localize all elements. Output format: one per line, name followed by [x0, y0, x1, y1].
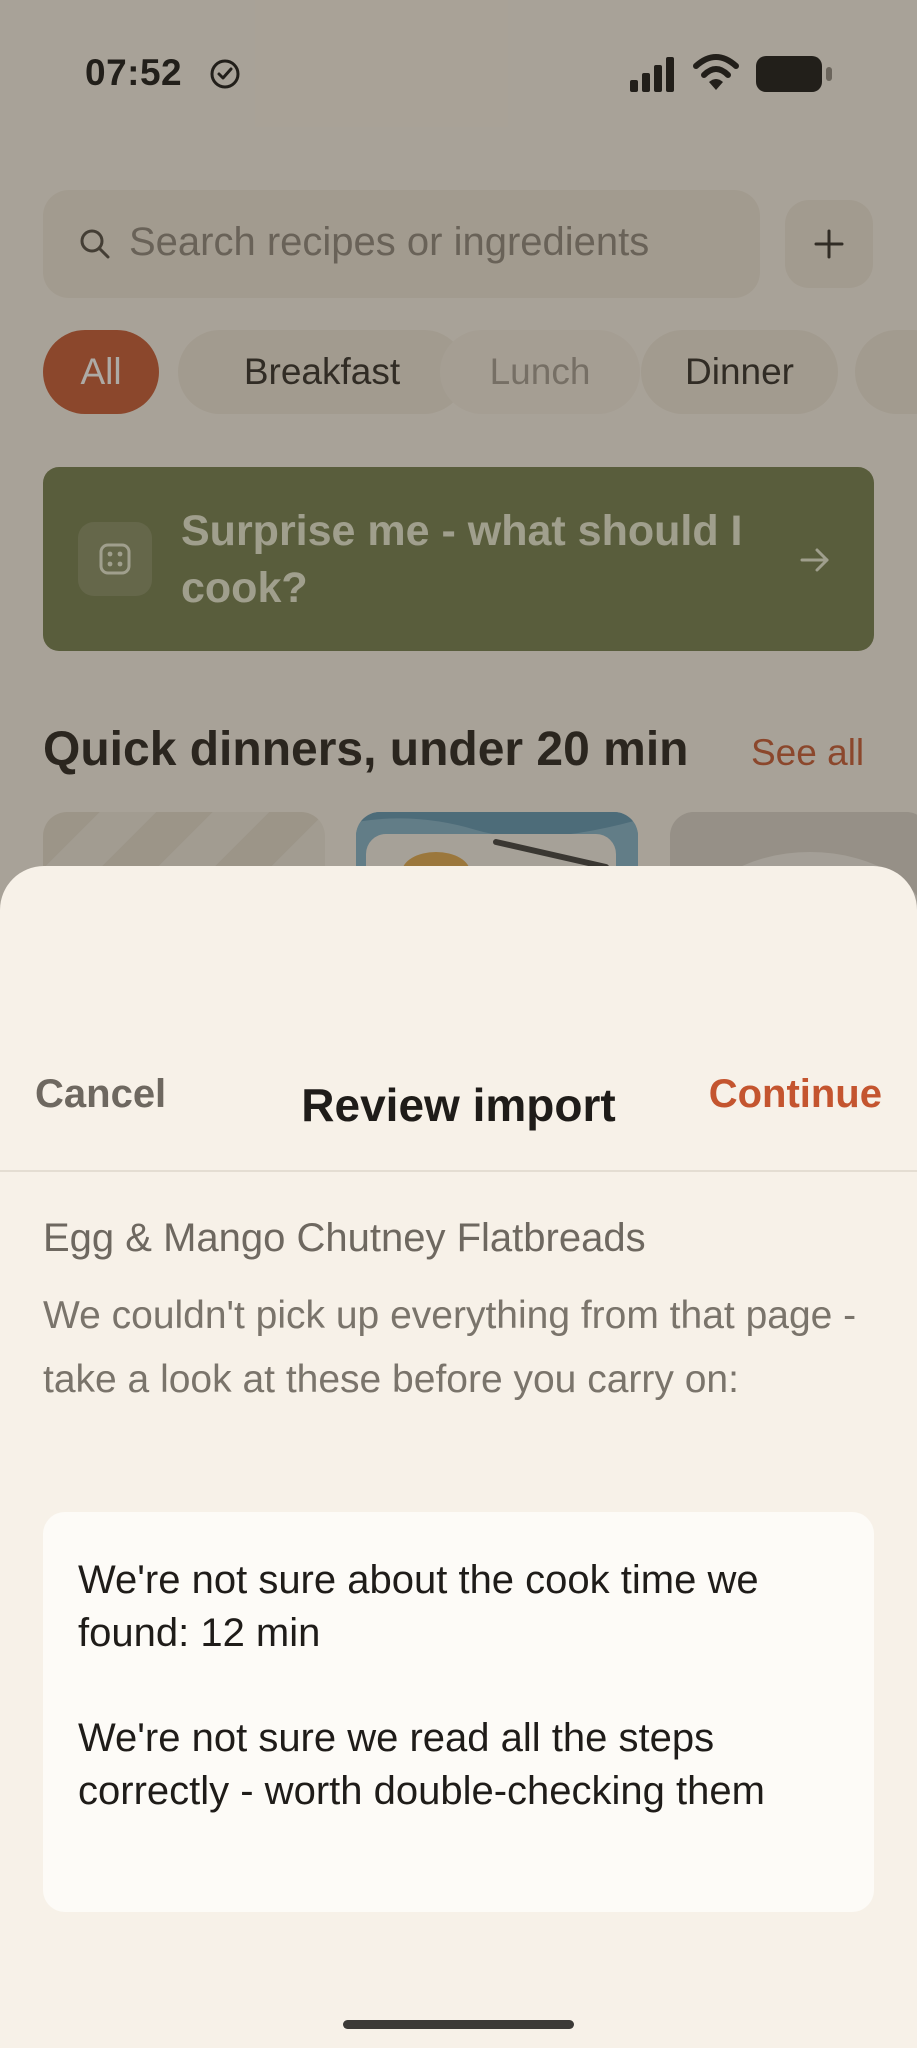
continue-button[interactable]: Continue	[709, 1072, 882, 1117]
review-import-sheet: Cancel Review import Continue Egg & Mang…	[0, 866, 917, 2048]
divider	[0, 1170, 917, 1172]
warning-item: We're not sure about the cook time we fo…	[78, 1558, 759, 1655]
recipe-name: Egg & Mango Chutney Flatbreads	[43, 1216, 646, 1260]
warnings-card: We're not sure about the cook time we fo…	[43, 1512, 874, 1912]
import-message: We couldn't pick up everything from that…	[43, 1294, 857, 1401]
home-indicator[interactable]	[343, 2020, 574, 2029]
warning-item: We're not sure we read all the steps cor…	[78, 1716, 765, 1813]
